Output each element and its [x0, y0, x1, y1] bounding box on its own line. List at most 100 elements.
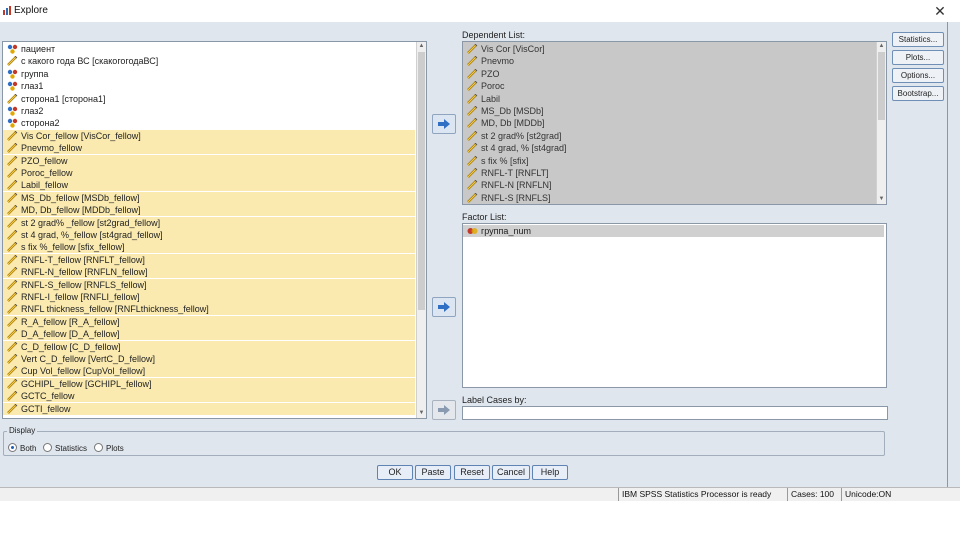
scale-icon — [467, 56, 478, 67]
help-button[interactable]: Help — [532, 465, 568, 480]
list-item[interactable]: Vert C_D_fellow [VertC_D_fellow] — [3, 353, 415, 365]
display-group-title: Display — [7, 426, 38, 435]
list-item[interactable]: PZO_fellow — [3, 154, 415, 167]
list-item[interactable]: MD, Db_fellow [MDDb_fellow] — [3, 204, 415, 217]
statistics-button[interactable]: Statistics... — [892, 32, 944, 47]
reset-button[interactable]: Reset — [454, 465, 490, 480]
list-item[interactable]: Poroc_fellow — [3, 167, 415, 179]
scroll-thumb[interactable] — [418, 52, 425, 310]
list-item-label: RNFL-T_fellow [RNFLT_fellow] — [21, 254, 145, 265]
options-button[interactable]: Options... — [892, 68, 944, 83]
list-item[interactable]: R_A_fellow [R_A_fellow] — [3, 315, 415, 328]
nominal-icon — [7, 118, 18, 129]
list-item[interactable]: Pnevmo_fellow — [3, 142, 415, 155]
list-item-label: глаз1 — [21, 81, 44, 92]
list-item[interactable]: C_D_fellow [C_D_fellow] — [3, 340, 415, 353]
list-item-label: группа — [21, 68, 49, 79]
scroll-down-icon[interactable]: ▼ — [877, 195, 886, 204]
list-item[interactable]: GCTI_fellow — [3, 402, 415, 415]
scroll-thumb[interactable] — [878, 52, 885, 120]
source-variable-list[interactable]: пациент с какого года ВС [скакогогодаВС] г… — [2, 41, 427, 419]
display-both-radio[interactable]: Both — [8, 443, 36, 453]
list-item[interactable]: сторона2 — [3, 117, 415, 129]
list-item[interactable]: сторона1 [сторона1] — [3, 93, 415, 105]
list-item-label: s fix %_fellow [sfix_fellow] — [21, 242, 125, 253]
list-item[interactable]: Pnevmo — [463, 55, 875, 67]
list-item[interactable]: Vis Cor_fellow [VisCor_fellow] — [3, 129, 415, 142]
scale-icon — [7, 291, 18, 302]
bootstrap-button[interactable]: Bootstrap... — [892, 86, 944, 101]
list-item[interactable]: GCHIPL_fellow [GCHIPL_fellow] — [3, 377, 415, 390]
list-item-label: RNFL-S [RNFLS] — [481, 192, 551, 203]
list-item[interactable]: RNFL-I_fellow [RNFLI_fellow] — [3, 291, 415, 303]
list-item-label: MS_Db [MSDb] — [481, 106, 544, 116]
plots-button[interactable]: Plots... — [892, 50, 944, 65]
ok-button[interactable]: OK — [377, 465, 413, 480]
source-list-scrollbar[interactable]: ▲ ▼ — [416, 42, 426, 418]
list-item[interactable]: с какого года ВС [скакогогодаВС] — [3, 55, 415, 67]
list-item[interactable]: группа_num — [463, 225, 884, 237]
list-item[interactable]: MS_Db [MSDb] — [463, 105, 875, 117]
cancel-button[interactable]: Cancel — [492, 465, 530, 480]
list-item[interactable]: Poroc — [463, 80, 875, 92]
list-item[interactable]: s fix %_fellow [sfix_fellow] — [3, 241, 415, 254]
list-item[interactable]: Cup Vol_fellow [CupVol_fellow] — [3, 365, 415, 378]
scale-icon — [7, 254, 18, 265]
right-arrow-icon — [438, 405, 450, 415]
close-button[interactable]: ✕ — [930, 2, 950, 20]
label-cases-field[interactable] — [462, 406, 888, 420]
display-plots-radio[interactable]: Plots — [94, 443, 124, 453]
list-item[interactable]: MS_Db_fellow [MSDb_fellow] — [3, 191, 415, 204]
list-item[interactable]: st 4 grad, %_fellow [st4grad_fellow] — [3, 229, 415, 241]
list-item[interactable]: RNFL-T_fellow [RNFLT_fellow] — [3, 253, 415, 266]
move-to-dependent-button[interactable] — [432, 114, 456, 134]
list-item[interactable]: s fix % [sfix] — [463, 155, 875, 167]
scale-icon — [7, 180, 18, 191]
display-statistics-radio[interactable]: Statistics — [43, 443, 87, 453]
list-item-label: RNFL-I_fellow [RNFLI_fellow] — [21, 292, 140, 302]
right-arrow-icon — [438, 302, 450, 312]
scale-icon — [467, 118, 478, 129]
scale-icon — [467, 93, 478, 104]
list-item[interactable]: PZO — [463, 68, 875, 80]
list-item-label: Vis Cor_fellow [VisCor_fellow] — [21, 130, 141, 141]
list-item[interactable]: RNFL thickness_fellow [RNFLthickness_fel… — [3, 303, 415, 316]
radio-unchecked-icon — [43, 443, 52, 452]
scroll-up-icon[interactable]: ▲ — [417, 42, 426, 51]
list-item[interactable]: Vis Cor [VisCor] — [463, 43, 875, 55]
list-item[interactable]: st 2 grad% [st2grad] — [463, 130, 875, 142]
move-to-factor-button[interactable] — [432, 297, 456, 317]
list-item[interactable]: RNFL-T [RNFLT] — [463, 167, 875, 179]
status-bar: IBM SPSS Statistics Processor is ready C… — [0, 487, 960, 501]
move-to-label-cases-button[interactable] — [432, 400, 456, 420]
list-item-label: глаз2 — [21, 106, 44, 116]
list-item-label: st 2 grad% [st2grad] — [481, 130, 562, 141]
list-item[interactable]: st 2 grad% _fellow [st2grad_fellow] — [3, 216, 415, 229]
list-item-label: Poroc_fellow — [21, 168, 73, 178]
list-item[interactable]: пациент — [3, 43, 415, 55]
radio-checked-icon — [8, 443, 17, 452]
list-item[interactable]: RNFL-N_fellow [RNFLN_fellow] — [3, 266, 415, 279]
list-item[interactable]: RNFL-S_fellow [RNFLS_fellow] — [3, 278, 415, 291]
dependent-list[interactable]: Vis Cor [VisCor] Pnevmo PZO Poroc Labil MS_Db… — [462, 41, 887, 205]
scroll-up-icon[interactable]: ▲ — [877, 42, 886, 51]
processor-status: IBM SPSS Statistics Processor is ready — [618, 488, 787, 501]
list-item[interactable]: Labil — [463, 93, 875, 105]
list-item[interactable]: Labil_fellow — [3, 179, 415, 192]
list-item[interactable]: глаз2 — [3, 105, 415, 117]
list-item-label: Pnevmo — [481, 56, 515, 67]
scroll-down-icon[interactable]: ▼ — [417, 409, 426, 418]
list-item[interactable]: st 4 grad, % [st4grad] — [463, 142, 875, 154]
list-item[interactable]: GCTC_fellow — [3, 390, 415, 403]
list-item[interactable]: MD, Db [MDDb] — [463, 117, 875, 129]
list-item[interactable]: RNFL-N [RNFLN] — [463, 179, 875, 191]
list-item[interactable]: D_A_fellow [D_A_fellow] — [3, 328, 415, 341]
dependent-list-scrollbar[interactable]: ▲ ▼ — [876, 42, 886, 204]
list-item-label: сторона1 [сторона1] — [21, 93, 106, 104]
list-item[interactable]: RNFL-S [RNFLS] — [463, 192, 875, 204]
list-item[interactable]: группа — [3, 68, 415, 80]
list-item[interactable]: глаз1 — [3, 80, 415, 92]
paste-button[interactable]: Paste — [415, 465, 451, 480]
scale-icon — [7, 192, 18, 203]
factor-list[interactable]: группа_num — [462, 223, 887, 388]
